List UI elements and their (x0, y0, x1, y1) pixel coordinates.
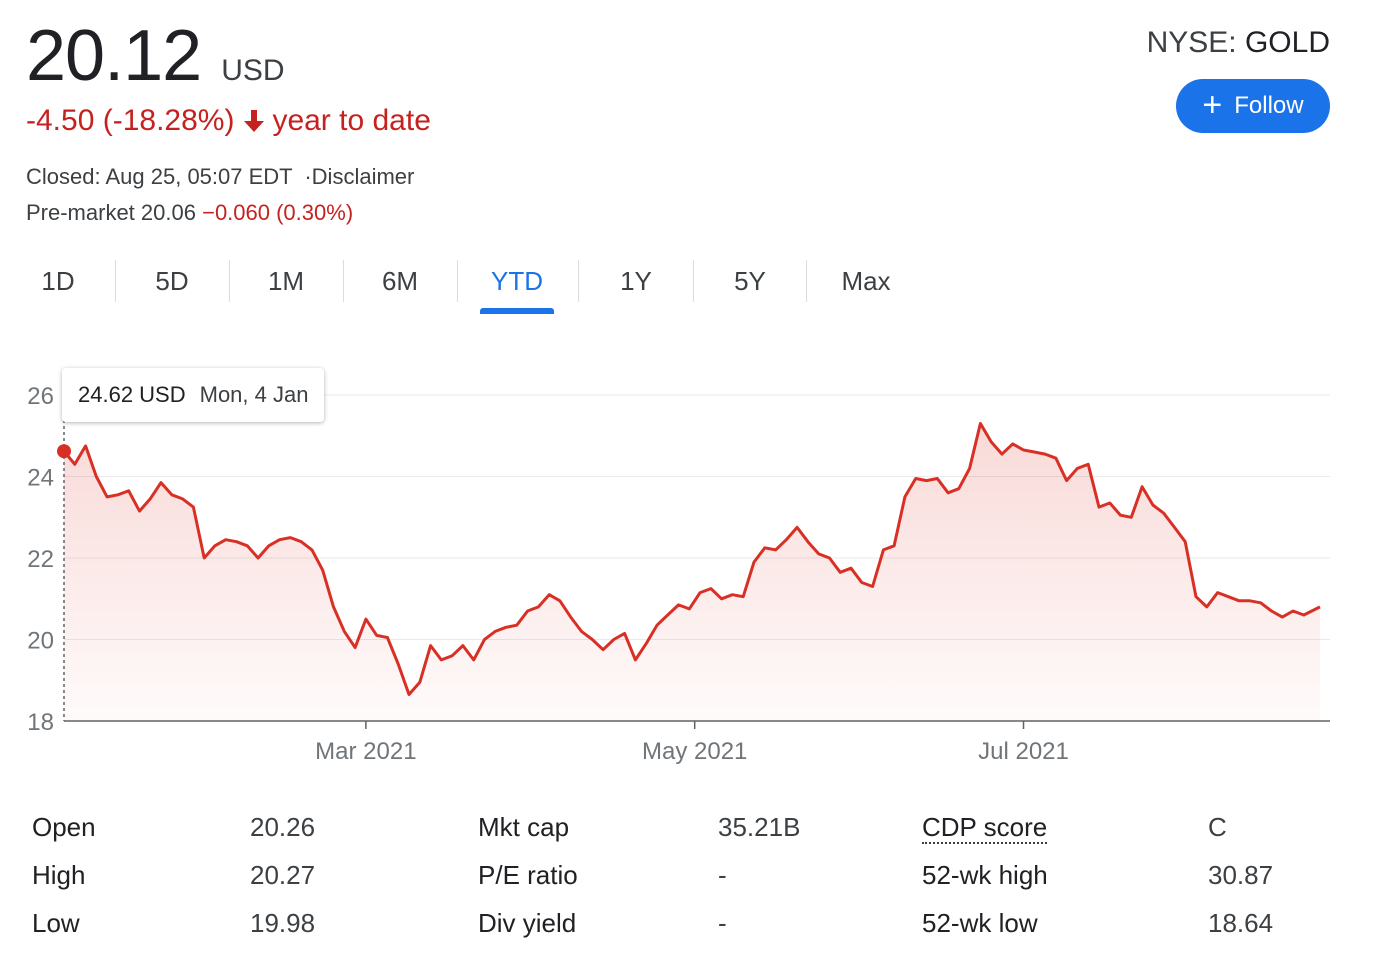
change-value: -4.50 (-18.28%) (26, 104, 235, 137)
stat-value: 18.64 (1208, 908, 1274, 938)
price-change: -4.50 (-18.28%) year to date (26, 104, 431, 138)
closed-info: Closed: Aug 25, 05:07 EDT ·Disclaimer (26, 164, 414, 190)
tab-max[interactable]: Max (816, 252, 916, 310)
stat-value: 30.87 (1208, 860, 1274, 890)
tab-divider (229, 260, 230, 302)
stat-label: 52-wk low (922, 908, 1038, 938)
tab-1y[interactable]: 1Y (586, 252, 686, 310)
tab-5d[interactable]: 5D (122, 252, 222, 310)
stat-value: 20.27 (250, 860, 316, 890)
tab-1d[interactable]: 1D (8, 252, 108, 310)
chart-tooltip: 24.62 USD Mon, 4 Jan (62, 368, 325, 422)
y-tick-label: 20 (27, 628, 54, 655)
y-tick-label: 18 (27, 709, 54, 736)
tab-divider (693, 260, 694, 302)
cdp-score-link[interactable]: CDP score (922, 812, 1048, 844)
stat-value: 19.98 (250, 908, 316, 938)
price-area-fill (64, 423, 1320, 721)
y-tick-label: 24 (27, 465, 54, 492)
premarket-label: Pre-market 20.06 (26, 200, 196, 225)
plus-icon: + (1202, 86, 1223, 124)
price-header: 20.12 USD (26, 20, 285, 92)
exchange-label: NYSE: (1146, 26, 1237, 59)
tab-divider (578, 260, 579, 302)
stat-label: 52-wk high (922, 860, 1048, 890)
follow-button[interactable]: + Follow (1176, 79, 1330, 133)
tooltip-value: 24.62 USD (78, 382, 186, 407)
current-price: 20.12 (26, 16, 202, 96)
y-tick-label: 22 (27, 546, 54, 573)
stat-label: Open (32, 812, 96, 842)
change-period: year to date (272, 104, 431, 137)
hover-point (57, 444, 71, 459)
tab-ytd[interactable]: YTD (467, 252, 567, 310)
stat-label: Mkt cap (478, 812, 570, 842)
symbol-label: GOLD (1244, 26, 1330, 59)
tab-divider (806, 260, 807, 302)
range-tabs: 1D 5D 1M 6M YTD 1Y 5Y Max (0, 252, 930, 314)
stat-value: 35.21B (718, 812, 801, 842)
tab-divider (343, 260, 344, 302)
active-tab-indicator (480, 308, 554, 314)
premarket-info: Pre-market 20.06 −0.060 (0.30%) (26, 200, 353, 226)
tooltip-date: Mon, 4 Jan (199, 382, 309, 407)
tab-6m[interactable]: 6M (350, 252, 450, 310)
arrow-down-icon (244, 110, 265, 132)
stat-value: - (718, 908, 727, 938)
stat-label: P/E ratio (478, 860, 578, 890)
stat-label: Div yield (478, 908, 577, 938)
stat-label: Low (32, 908, 80, 938)
tab-5y[interactable]: 5Y (700, 252, 800, 310)
premarket-change: −0.060 (0.30%) (202, 200, 354, 225)
closed-text: Closed: Aug 25, 05:07 EDT (26, 164, 293, 189)
y-tick-label: 26 (27, 383, 54, 410)
stat-value: 20.26 (250, 812, 316, 842)
stat-label: CDP score (922, 812, 1048, 844)
disclaimer-link[interactable]: Disclaimer (312, 164, 415, 189)
stat-label: High (32, 860, 86, 890)
tab-divider (457, 260, 458, 302)
ticker-symbol: NYSE: GOLD (1147, 26, 1330, 60)
separator-dot: · (304, 164, 312, 189)
currency-label: USD (221, 54, 285, 87)
follow-label: Follow (1234, 92, 1304, 119)
x-tick-label: Mar 2021 (315, 738, 416, 765)
tab-1m[interactable]: 1M (236, 252, 336, 310)
x-tick-label: May 2021 (642, 738, 747, 765)
stat-value: - (718, 860, 727, 890)
x-tick-label: Jul 2021 (978, 738, 1069, 765)
tab-divider (115, 260, 116, 302)
stat-value: C (1208, 812, 1227, 842)
